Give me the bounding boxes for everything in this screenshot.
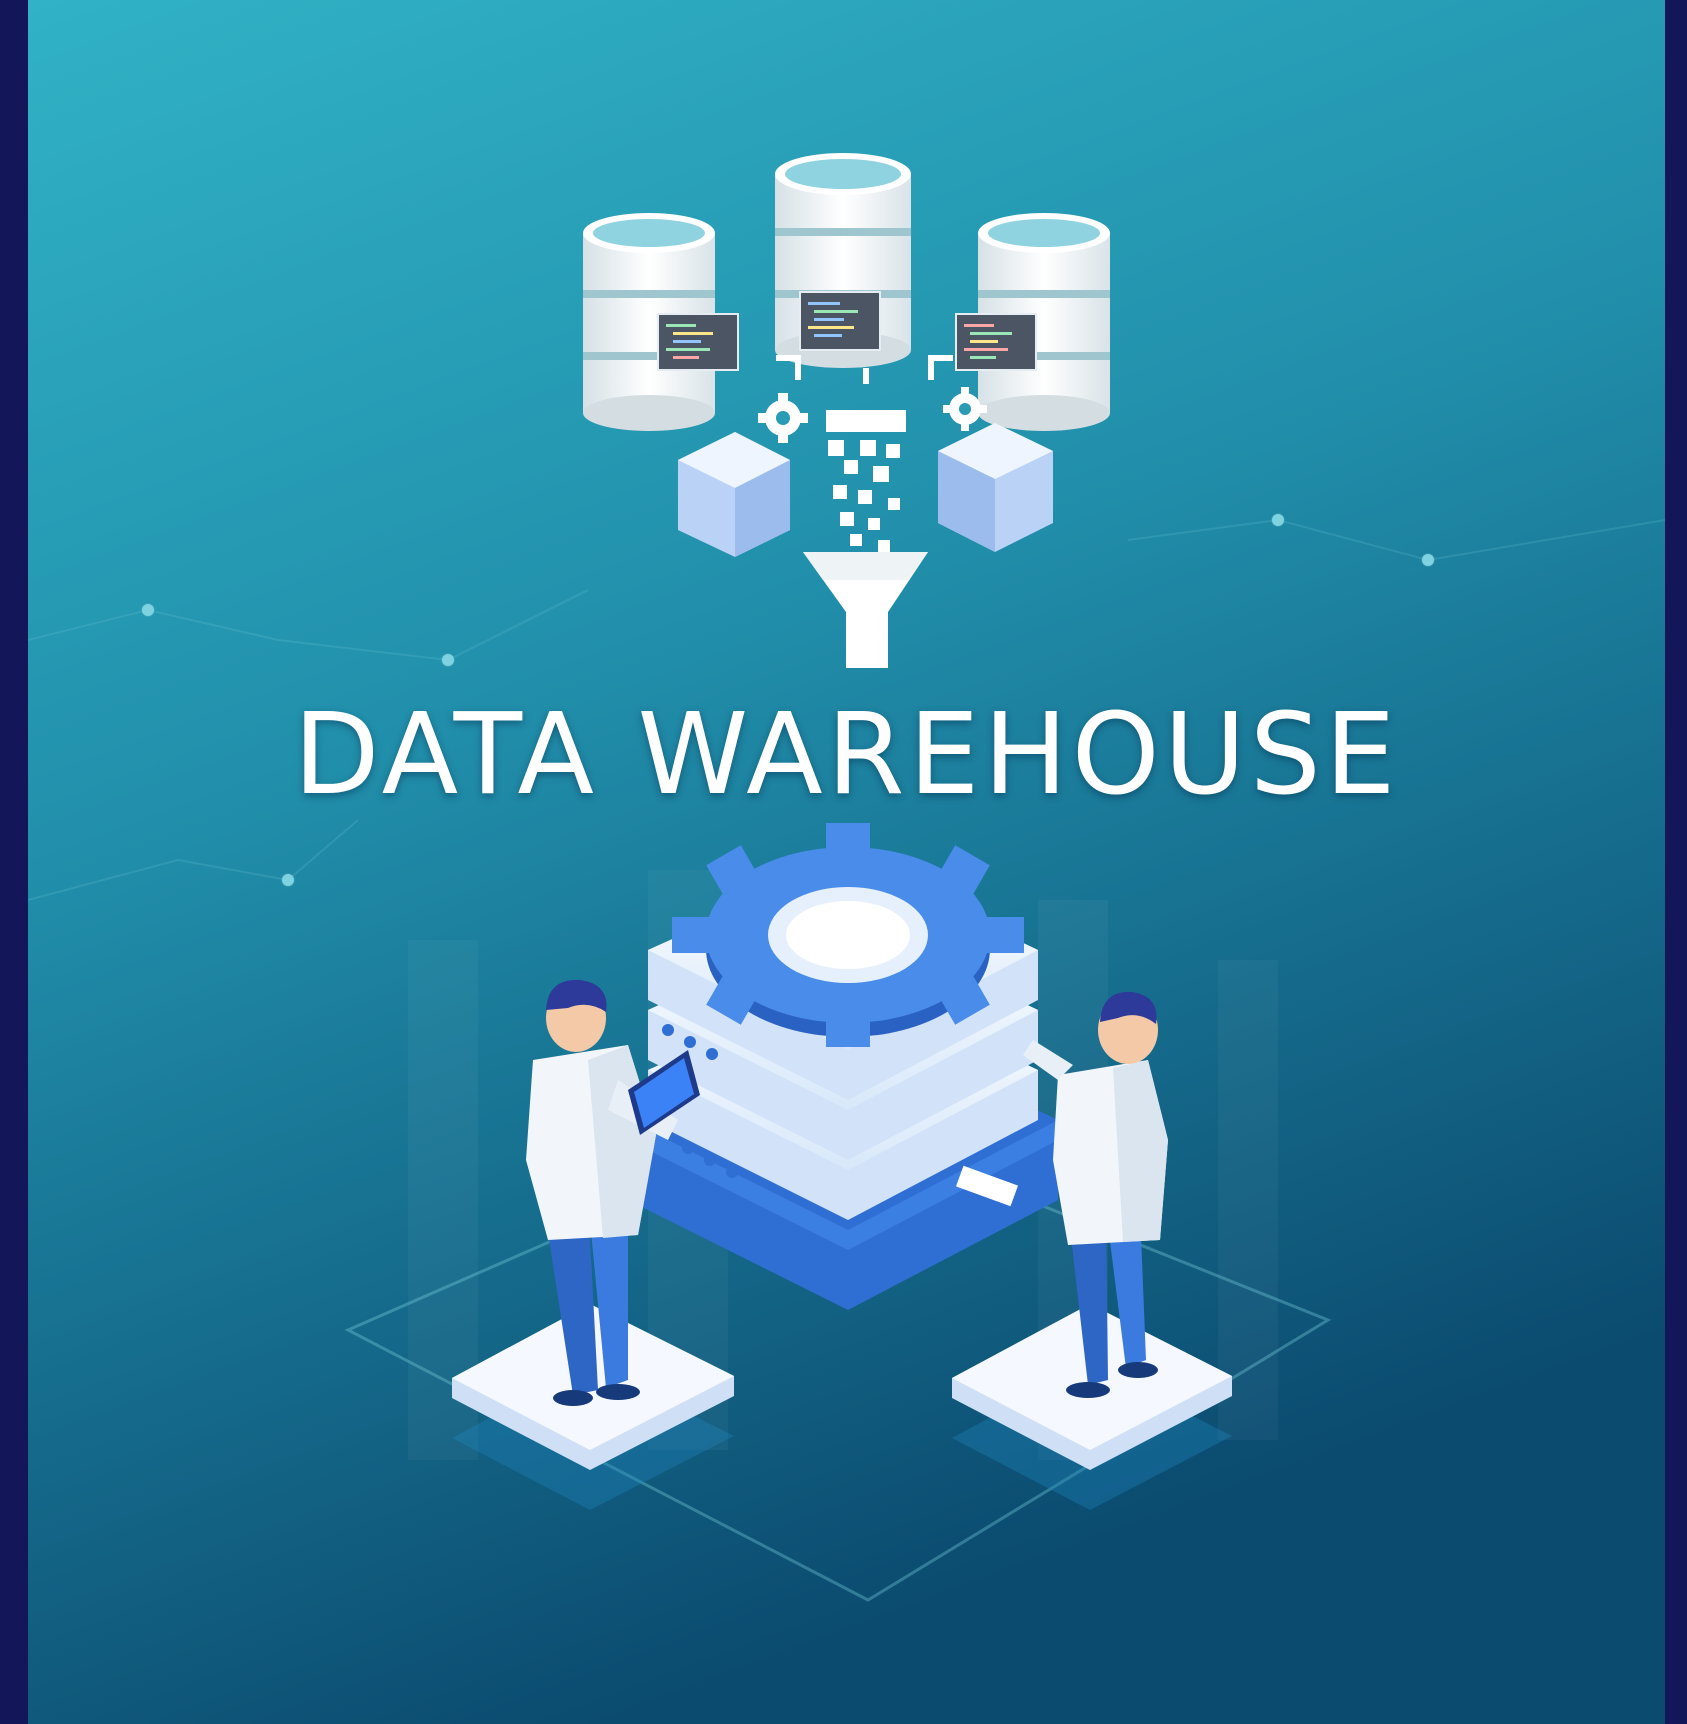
code-snippet-icon — [955, 313, 1037, 371]
page-title: DATA WAREHOUSE — [293, 690, 1400, 820]
illustration — [28, 0, 1665, 1724]
illustration-frame: DATA WAREHOUSE — [28, 0, 1665, 1724]
code-snippet-icon — [657, 313, 739, 371]
gear-icon — [672, 823, 1024, 1047]
code-snippet-icon — [799, 291, 881, 351]
